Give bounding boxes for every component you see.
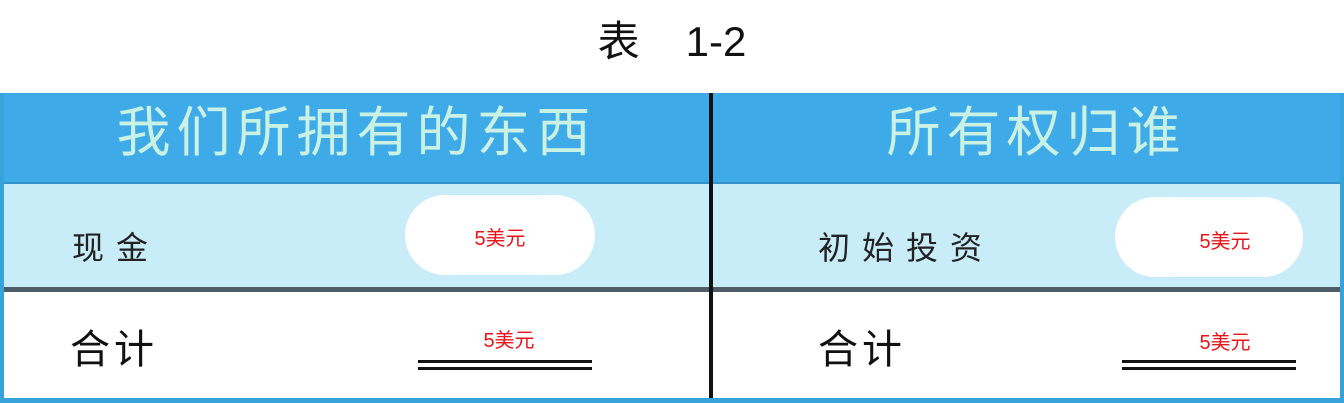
header-what-we-own: 我们所拥有的东西 <box>116 101 597 164</box>
entry-value-pill: 5美元 <box>1115 197 1303 277</box>
header-who-owns-it: 所有权归谁 <box>886 101 1187 164</box>
entry-label-cash: 现金 <box>72 229 161 267</box>
table-label: 表 <box>597 17 640 66</box>
total-label: 合计 <box>70 327 158 373</box>
total-value-cell: 5美元 <box>418 329 592 373</box>
table-border-bottom <box>0 398 1344 403</box>
entry-value-pill: 5美元 <box>405 195 595 275</box>
total-value: 5美元 <box>1199 332 1251 354</box>
total-label: 合计 <box>818 327 906 373</box>
table-caption: 表 1-2 <box>0 12 1344 72</box>
table-border-right <box>1340 93 1344 403</box>
entry-value: 5美元 <box>474 228 526 250</box>
total-value: 5美元 <box>483 330 535 352</box>
total-value-cell: 5美元 <box>1122 331 1296 375</box>
double-underline <box>1122 360 1296 370</box>
entry-label-initial-investment: 初始投资 <box>818 229 995 267</box>
double-underline <box>418 360 592 370</box>
entry-value: 5美元 <box>1199 231 1251 253</box>
table-number: 1-2 <box>685 18 747 65</box>
